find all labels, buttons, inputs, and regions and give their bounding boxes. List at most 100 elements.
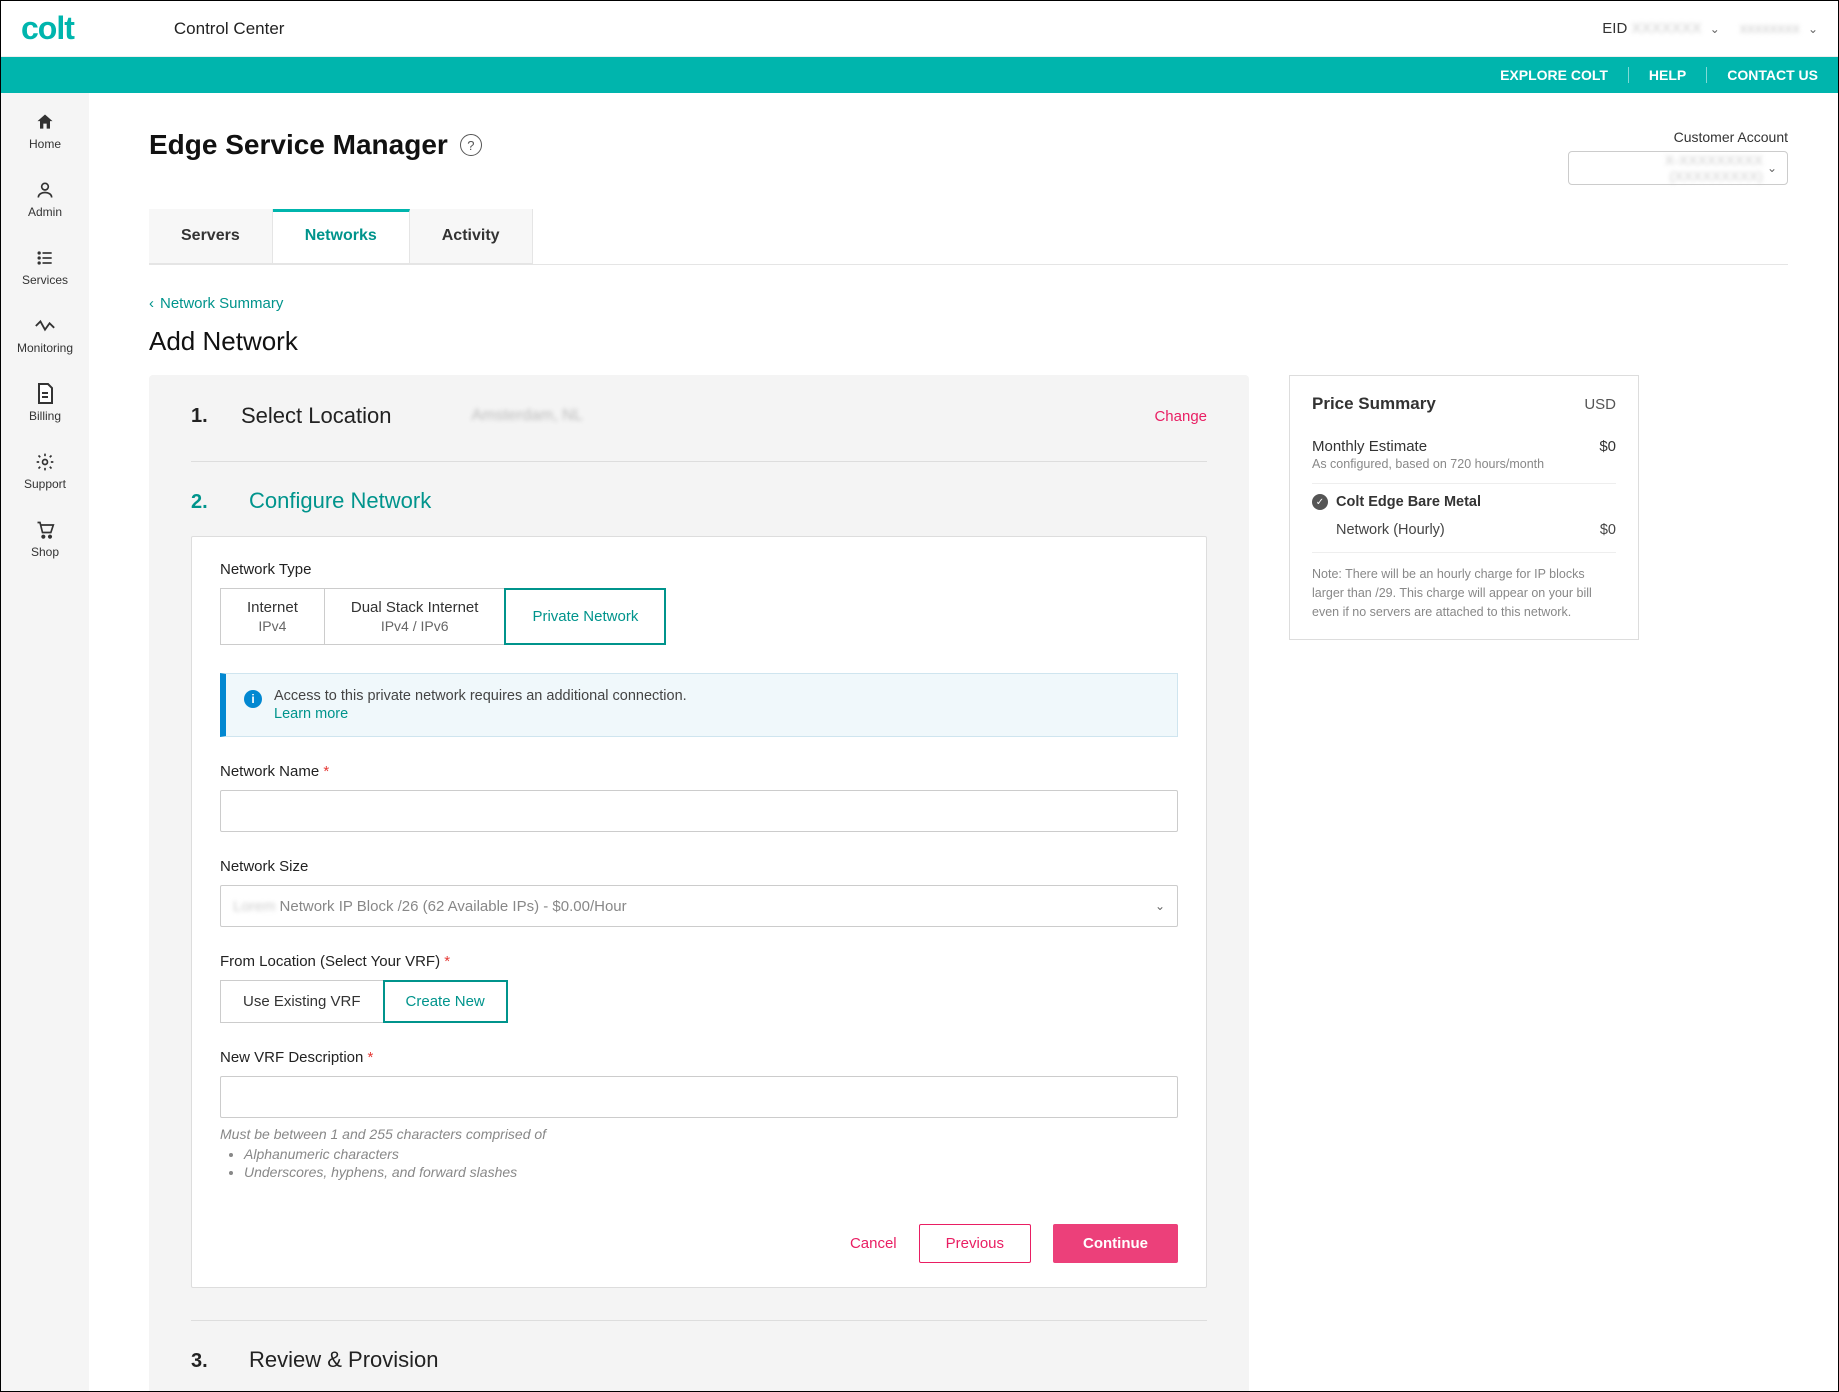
price-note: Note: There will be an hourly charge for… (1312, 565, 1616, 621)
sidebar-item-label: Services (22, 273, 68, 287)
learn-more-link[interactable]: Learn more (274, 706, 687, 722)
main-content: Edge Service Manager ? Customer Account … (89, 93, 1838, 1391)
step-label: Configure Network (249, 488, 431, 514)
user-dropdown[interactable]: xxxxxxxx ⌄ (1740, 20, 1818, 37)
divider (1628, 67, 1629, 83)
divider (1706, 67, 1707, 83)
monthly-estimate-sub: As configured, based on 720 hours/month (1312, 457, 1544, 471)
change-link[interactable]: Change (1154, 408, 1207, 425)
product-name: Colt Edge Bare Metal (1336, 494, 1481, 510)
cart-icon (34, 519, 56, 541)
checkmark-icon: ✓ (1312, 494, 1328, 510)
sidebar-item-admin[interactable]: Admin (28, 179, 62, 219)
sidebar-item-services[interactable]: Services (22, 247, 68, 287)
price-title: Price Summary (1312, 394, 1436, 414)
vrf-create-new[interactable]: Create New (383, 980, 508, 1023)
network-name-input[interactable] (220, 790, 1178, 832)
customer-account-label: Customer Account (1568, 129, 1788, 145)
topbar: colt Control Center EID XXXXXXX ⌄ xxxxxx… (1, 1, 1838, 57)
customer-account-value: X-XXXXXXXXX (XXXXXXXXX) (1579, 152, 1763, 184)
page-title: Edge Service Manager (149, 129, 448, 161)
step-label: Review & Provision (249, 1347, 439, 1373)
chevron-down-icon: ⌄ (1767, 161, 1777, 175)
type-sub: IPv4 / IPv6 (351, 618, 479, 634)
info-icon: i (244, 690, 262, 708)
line-item-value: $0 (1600, 522, 1616, 538)
home-icon (34, 111, 56, 133)
network-size-select[interactable]: LoremNetwork IP Block /26 (62 Available … (220, 885, 1178, 927)
wizard-panel: 1. Select Location Amsterdam, NL Change … (149, 375, 1249, 1391)
help-link[interactable]: HELP (1649, 67, 1686, 83)
continue-button[interactable]: Continue (1053, 1224, 1178, 1263)
info-text: Access to this private network requires … (274, 688, 687, 704)
sidebar-item-billing[interactable]: Billing (29, 383, 61, 423)
monthly-estimate-label: Monthly Estimate (1312, 438, 1544, 455)
step-location-value: Amsterdam, NL (471, 407, 582, 425)
price-currency: USD (1584, 396, 1616, 413)
type-title: Dual Stack Internet (351, 599, 479, 616)
chevron-down-icon: ⌄ (1155, 899, 1165, 913)
list-icon (34, 247, 56, 269)
breadcrumb-label: Network Summary (160, 295, 283, 312)
explore-link[interactable]: EXPLORE COLT (1500, 67, 1608, 83)
chevron-left-icon: ‹ (149, 295, 154, 312)
network-name-label: Network Name * (220, 763, 1178, 780)
type-title: Private Network (532, 608, 638, 625)
network-type-private[interactable]: Private Network (504, 588, 666, 645)
step-number: 3. (191, 1350, 215, 1373)
sidebar-item-monitoring[interactable]: Monitoring (17, 315, 73, 355)
tab-networks[interactable]: Networks (273, 209, 410, 263)
sidebar-item-label: Admin (28, 205, 62, 219)
previous-button[interactable]: Previous (919, 1224, 1031, 1263)
breadcrumb-back[interactable]: ‹ Network Summary (149, 295, 1788, 312)
app-name: Control Center (174, 19, 285, 39)
tab-activity[interactable]: Activity (410, 209, 533, 263)
user-icon (34, 179, 56, 201)
info-banner: i Access to this private network require… (220, 673, 1178, 737)
document-icon (34, 383, 56, 405)
gear-icon (34, 451, 56, 473)
user-value: xxxxxxxx (1740, 20, 1800, 37)
eid-dropdown[interactable]: EID XXXXXXX ⌄ (1602, 20, 1719, 37)
sidebar: Home Admin Services Monitoring Billing S… (1, 93, 89, 1391)
sidebar-item-label: Support (24, 477, 66, 491)
utility-bar: EXPLORE COLT HELP CONTACT US (1, 57, 1838, 93)
tabs: Servers Networks Activity (149, 209, 533, 264)
vrf-label: From Location (Select Your VRF) * (220, 953, 1178, 970)
step-number: 1. (191, 405, 215, 428)
step-label: Select Location (241, 403, 391, 429)
type-sub: IPv4 (247, 618, 298, 634)
sidebar-item-support[interactable]: Support (24, 451, 66, 491)
sidebar-item-label: Monitoring (17, 341, 73, 355)
divider (191, 461, 1207, 462)
vrf-use-existing[interactable]: Use Existing VRF (220, 980, 384, 1023)
vrf-desc-input[interactable] (220, 1076, 1178, 1118)
network-type-internet[interactable]: Internet IPv4 (220, 588, 325, 645)
monthly-estimate-value: $0 (1599, 438, 1616, 471)
chevron-down-icon: ⌄ (1808, 22, 1818, 36)
sidebar-item-shop[interactable]: Shop (31, 519, 59, 559)
network-type-dualstack[interactable]: Dual Stack Internet IPv4 / IPv6 (324, 588, 506, 645)
network-size-value: Network IP Block /26 (62 Available IPs) … (280, 898, 627, 915)
type-title: Internet (247, 599, 298, 616)
cancel-button[interactable]: Cancel (850, 1235, 897, 1252)
step-number: 2. (191, 491, 215, 514)
sidebar-item-label: Home (29, 137, 61, 151)
vrf-desc-label: New VRF Description * (220, 1049, 1178, 1066)
contact-link[interactable]: CONTACT US (1727, 67, 1818, 83)
activity-icon (34, 315, 56, 337)
eid-value: XXXXXXX (1631, 20, 1701, 37)
sidebar-item-label: Shop (31, 545, 59, 559)
configure-network-panel: Network Type Internet IPv4 Dual Stack In… (191, 536, 1207, 1288)
help-icon[interactable]: ? (460, 134, 482, 156)
tab-servers[interactable]: Servers (149, 209, 273, 263)
eid-label: EID (1602, 20, 1627, 37)
divider (191, 1320, 1207, 1321)
sidebar-item-label: Billing (29, 409, 61, 423)
line-item-label: Network (Hourly) (1336, 522, 1445, 538)
network-type-label: Network Type (220, 561, 1178, 578)
sidebar-item-home[interactable]: Home (29, 111, 61, 151)
section-title: Add Network (149, 326, 1788, 357)
customer-account-select[interactable]: X-XXXXXXXXX (XXXXXXXXX) ⌄ (1568, 151, 1788, 185)
network-size-label: Network Size (220, 858, 1178, 875)
